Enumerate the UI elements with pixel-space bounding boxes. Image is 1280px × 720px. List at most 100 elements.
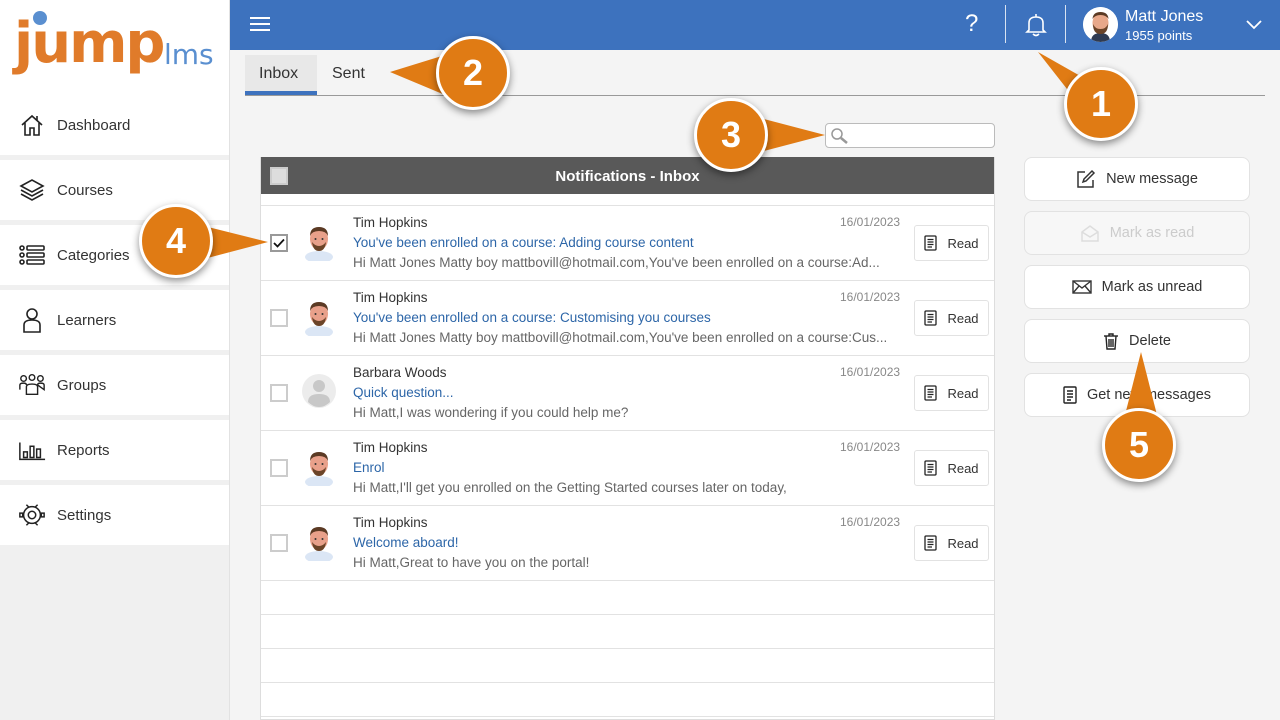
chevron-down-icon[interactable] [1246, 17, 1262, 35]
button-label: Read [947, 460, 979, 476]
message-preview: Hi Matt,I'll get you enrolled on the Get… [353, 480, 787, 495]
sender-avatar [301, 521, 337, 563]
layers-icon [18, 176, 46, 204]
sidebar-item-groups[interactable]: Groups [0, 355, 229, 415]
search-box [825, 123, 995, 148]
menu-icon-line [250, 23, 270, 25]
message-subject[interactable]: You've been enrolled on a course: Custom… [353, 310, 711, 325]
user-icon [18, 306, 46, 334]
row-checkbox[interactable] [270, 384, 288, 402]
gear-icon [18, 501, 46, 529]
bar-chart-icon [18, 436, 46, 464]
top-bar: ? Matt Jones 1955 points [230, 0, 1280, 50]
read-button[interactable]: Read [914, 225, 989, 261]
message-subject[interactable]: Welcome aboard! [353, 535, 459, 550]
sender-avatar [301, 446, 337, 488]
home-icon [18, 111, 46, 139]
sidebar-item-label: Reports [57, 441, 110, 459]
checkmark-icon [273, 238, 285, 248]
sender-name: Tim Hopkins [353, 290, 428, 305]
trash-icon [1104, 333, 1119, 350]
message-subject[interactable]: Enrol [353, 460, 385, 475]
button-label: New message [1106, 171, 1198, 187]
sidebar-item-label: Learners [57, 311, 117, 329]
row-checkbox[interactable] [270, 309, 288, 327]
message-row[interactable]: Tim Hopkins Welcome aboard! Hi Matt,Great … [261, 506, 994, 581]
message-date: 16/01/2023 [840, 215, 901, 229]
envelope-icon [1071, 280, 1092, 294]
button-label: Read [947, 310, 979, 326]
empty-row [261, 581, 994, 615]
envelope-open-icon [1080, 225, 1099, 242]
empty-row [261, 683, 994, 717]
callout-5: 5 [1102, 408, 1176, 482]
sidebar-item-settings[interactable]: Settings [0, 485, 229, 545]
notifications-table: Notifications - Inbox Tim Hopkins You've … [260, 157, 995, 720]
message-row[interactable]: Tim Hopkins You've been enrolled on a cou… [261, 281, 994, 356]
callout-1: 1 [1064, 67, 1138, 141]
read-button[interactable]: Read [914, 375, 989, 411]
message-row[interactable]: Tim Hopkins Enrol Hi Matt,I'll get you enr… [261, 431, 994, 506]
message-date: 16/01/2023 [840, 290, 901, 304]
logo-sub-text: lms [164, 38, 214, 71]
message-row[interactable]: Tim Hopkins You've been enrolled on a cou… [261, 206, 994, 281]
tab-inbox[interactable]: Inbox [245, 55, 317, 95]
button-label: Delete [1129, 333, 1171, 349]
message-subject[interactable]: You've been enrolled on a course: Adding… [353, 235, 694, 250]
search-input[interactable] [852, 124, 992, 146]
sidebar-item-label: Groups [57, 376, 107, 394]
document-icon [924, 535, 938, 551]
row-checkbox[interactable] [270, 234, 288, 252]
message-date: 16/01/2023 [840, 365, 901, 379]
callout-2: 2 [436, 36, 510, 110]
group-icon [18, 371, 46, 399]
sender-avatar [301, 371, 337, 411]
divider [1065, 5, 1066, 43]
user-name[interactable]: Matt Jones [1125, 8, 1203, 26]
sender-name: Barbara Woods [353, 365, 447, 380]
document-icon [924, 385, 938, 401]
document-icon [924, 310, 938, 326]
message-date: 16/01/2023 [840, 440, 901, 454]
divider [1005, 5, 1006, 43]
sidebar-item-label: Courses [57, 181, 113, 199]
sidebar-item-learners[interactable]: Learners [0, 290, 229, 350]
sidebar-item-label: Dashboard [57, 116, 131, 134]
menu-icon-line [250, 29, 270, 31]
help-icon[interactable]: ? [965, 10, 978, 38]
user-avatar[interactable] [1083, 7, 1118, 42]
button-label: Mark as read [1109, 225, 1195, 241]
read-button[interactable]: Read [914, 450, 989, 486]
compose-icon [1077, 169, 1096, 188]
button-label: Read [947, 535, 979, 551]
sender-name: Tim Hopkins [353, 215, 428, 230]
mark-as-unread-button[interactable]: Mark as unread [1024, 265, 1250, 309]
button-label: Read [947, 235, 979, 251]
message-preview: Hi Matt Jones Matty boy mattbovill@hotma… [353, 255, 880, 270]
message-list: Tim Hopkins You've been enrolled on a cou… [261, 206, 994, 581]
row-checkbox[interactable] [270, 459, 288, 477]
message-subject[interactable]: Quick question... [353, 385, 454, 400]
message-preview: Hi Matt,I was wondering if you could hel… [353, 405, 629, 420]
sender-avatar [301, 221, 337, 263]
logo-main-text: jump [14, 11, 165, 76]
callout-3: 3 [694, 98, 768, 172]
list-icon [18, 241, 46, 269]
hamburger-menu-button[interactable] [250, 17, 270, 33]
sidebar-item-dashboard[interactable]: Dashboard [0, 95, 229, 155]
read-button[interactable]: Read [914, 525, 989, 561]
message-row[interactable]: Barbara Woods Quick question... Hi Matt,I … [261, 356, 994, 431]
notification-bell-icon[interactable] [1025, 13, 1047, 42]
mark-as-read-button[interactable]: Mark as read [1024, 211, 1250, 255]
document-icon [1063, 386, 1077, 404]
read-button[interactable]: Read [914, 300, 989, 336]
tab-sent[interactable]: Sent [318, 55, 379, 95]
message-preview: Hi Matt Jones Matty boy mattbovill@hotma… [353, 330, 888, 345]
new-message-button[interactable]: New message [1024, 157, 1250, 201]
row-checkbox[interactable] [270, 534, 288, 552]
sidebar-item-reports[interactable]: Reports [0, 420, 229, 480]
logo[interactable]: jump lms [0, 0, 229, 95]
button-label: Read [947, 385, 979, 401]
sender-avatar [301, 296, 337, 338]
sidebar-item-label: Categories [57, 246, 130, 264]
